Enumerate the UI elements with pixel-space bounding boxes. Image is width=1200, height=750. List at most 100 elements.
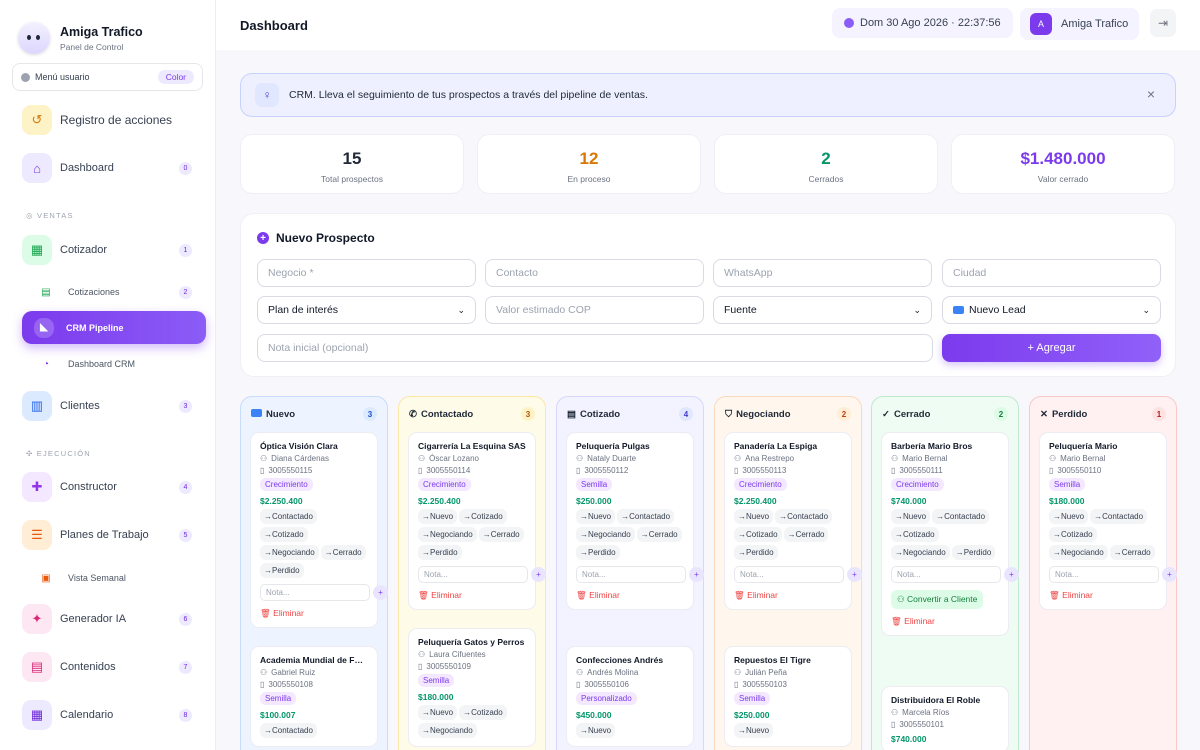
delete-button[interactable]: 🗑 Eliminar [418, 590, 526, 601]
move-button[interactable]: →Nuevo [734, 509, 774, 524]
move-button[interactable]: →Cerrado [636, 527, 682, 542]
move-button[interactable]: →Cotizado [260, 527, 308, 542]
sidebar-item-vista-semanal[interactable]: ▣ Vista Semanal [22, 562, 206, 594]
prospect-card[interactable]: Panadería La Espiga ⚇ Ana Restrepo ▯ 3005550… [724, 432, 862, 610]
move-button[interactable]: →Nuevo [1049, 509, 1089, 524]
move-button[interactable]: →Contactado [260, 723, 317, 738]
add-button[interactable]: + Agregar [942, 334, 1161, 362]
prospect-card[interactable]: Cigarrería La Esquina SAS ⚇ Óscar Lozano ▯ 3… [408, 432, 546, 610]
delete-button[interactable]: 🗑 Eliminar [260, 608, 368, 619]
move-button[interactable]: →Negociando [418, 527, 477, 542]
sidebar-item-crm-pipeline[interactable]: ◣ CRM Pipeline [22, 311, 206, 344]
delete-button[interactable]: 🗑 Eliminar [576, 590, 684, 601]
sidebar-item-cotizador[interactable]: ▦ Cotizador 1 [22, 234, 206, 266]
move-button[interactable]: →Negociando [1049, 545, 1108, 560]
move-button[interactable]: →Perdido [734, 545, 778, 560]
move-button[interactable]: →Nuevo [418, 509, 458, 524]
prospect-card[interactable]: Repuestos El Tigre ⚇ Julián Peña ▯ 300555010… [724, 646, 852, 747]
sidebar-item-dashboard[interactable]: ⌂ Dashboard 0 [22, 152, 206, 184]
move-button[interactable]: →Contactado [260, 509, 317, 524]
fuente-select[interactable]: Fuente ⌄ [713, 296, 932, 324]
prospect-card[interactable]: Distribuidora El Roble ⚇ Marcela Ríos ▯ 3005… [881, 686, 1009, 750]
note-input[interactable]: Nota... [576, 566, 686, 583]
logout-icon[interactable]: ⇥ [1150, 9, 1176, 37]
move-button[interactable]: →Perdido [951, 545, 996, 560]
move-button[interactable]: →Nuevo [576, 509, 616, 524]
add-note-button[interactable]: + [1004, 567, 1019, 582]
nota-inicial-input[interactable]: Nota inicial (opcional) [257, 334, 933, 362]
move-button[interactable]: →Cotizado [891, 527, 939, 542]
sidebar-item-contenidos[interactable]: ▤ Contenidos 7 [22, 651, 206, 683]
sidebar-item-label: Calendario [60, 709, 114, 721]
delete-button[interactable]: 🗑 Eliminar [1049, 590, 1157, 601]
plan-select[interactable]: Plan de interés ⌄ [257, 296, 476, 324]
add-note-button[interactable]: + [689, 567, 704, 582]
move-button[interactable]: →Perdido [260, 563, 304, 578]
move-button[interactable]: →Cotizado [734, 527, 782, 542]
ciudad-input[interactable]: Ciudad [942, 259, 1161, 287]
convert-client-button[interactable]: ⚇ Convertir a Cliente [891, 590, 984, 609]
sidebar-item-calendario[interactable]: ▦ Calendario 8 [22, 699, 206, 731]
move-button[interactable]: →Contactado [617, 509, 675, 524]
prospect-card[interactable]: Academia Mundial de Fút... ⚇ Gabriel Ruiz ▯… [250, 646, 378, 747]
sidebar-item-cotizaciones[interactable]: ▤ Cotizaciones 2 [22, 276, 206, 308]
close-icon[interactable]: × [1147, 86, 1155, 102]
user-menu[interactable]: A Amiga Trafico [1020, 8, 1139, 40]
move-button[interactable]: →Cerrado [1109, 545, 1155, 560]
move-button[interactable]: →Contactado [775, 509, 833, 524]
note-input[interactable]: Nota... [1049, 566, 1159, 583]
delete-button[interactable]: 🗑 Eliminar [891, 616, 999, 627]
add-note-button[interactable]: + [531, 567, 546, 582]
move-button[interactable]: →Negociando [891, 545, 950, 560]
sidebar-item-label: Cotizaciones [68, 287, 120, 297]
delete-button[interactable]: 🗑 Eliminar [734, 590, 842, 601]
contact-name: Julián Peña [745, 668, 787, 677]
sidebar-item-generador[interactable]: ✦ Generador IA 6 [22, 603, 206, 635]
move-button[interactable]: →Contactado [932, 509, 990, 524]
move-button[interactable]: →Cotizado [459, 705, 507, 720]
add-note-button[interactable]: + [1162, 567, 1177, 582]
move-button[interactable]: →Negociando [576, 527, 635, 542]
move-button[interactable]: →Cotizado [459, 509, 507, 524]
sidebar-item-registro[interactable]: ↺ Registro de acciones [22, 104, 206, 136]
note-input[interactable]: Nota... [734, 566, 844, 583]
move-button[interactable]: →Nuevo [418, 705, 458, 720]
move-button[interactable]: →Negociando [260, 545, 319, 560]
move-button[interactable]: →Nuevo [891, 509, 931, 524]
calendar-week-icon: ▣ [41, 572, 51, 584]
move-button[interactable]: →Cerrado [478, 527, 524, 542]
prospect-card[interactable]: Peluquería Gatos y Perros ⚇ Laura Cifuente… [408, 628, 536, 747]
whatsapp-input[interactable]: WhatsApp [713, 259, 932, 287]
sidebar-item-clientes[interactable]: ▥ Clientes 3 [22, 390, 206, 422]
note-input[interactable]: Nota... [260, 584, 370, 601]
move-button[interactable]: →Nuevo [576, 723, 616, 738]
move-button[interactable]: →Nuevo [734, 723, 774, 738]
sidebar-item-dashboard-crm[interactable]: ◔ Dashboard CRM [22, 348, 206, 380]
move-button[interactable]: →Perdido [576, 545, 620, 560]
color-badge[interactable]: Color [157, 70, 194, 84]
note-input[interactable]: Nota... [891, 566, 1001, 583]
move-actions: →Nuevo →Cotizado →Negociando →Cerrado →Perdi… [418, 506, 526, 560]
move-button[interactable]: →Contactado [1090, 509, 1148, 524]
prospect-card[interactable]: Peluquería Pulgas ⚇ Nataly Duarte ▯ 30055501… [566, 432, 704, 610]
add-note-button[interactable]: + [847, 567, 862, 582]
prospect-name: Panadería La Espiga [734, 441, 818, 451]
negocio-input[interactable]: Negocio * [257, 259, 476, 287]
prospect-card[interactable]: Óptica Visión Clara ⚇ Diana Cárdenas ▯ 30055… [250, 432, 388, 628]
prospect-card[interactable]: Peluquería Mario ⚇ Mario Bernal ▯ 3005550110… [1039, 432, 1177, 610]
move-button[interactable]: →Perdido [418, 545, 462, 560]
valor-input[interactable]: Valor estimado COP [485, 296, 704, 324]
sidebar-item-constructor[interactable]: ✚ Constructor 4 [22, 471, 206, 503]
move-button[interactable]: →Negociando [418, 723, 477, 738]
menu-user-toggle[interactable]: Menú usuario Color [12, 63, 203, 91]
move-button[interactable]: →Cerrado [320, 545, 366, 560]
prospect-card[interactable]: Confecciones Andrés ⚇ Andrés Molina ▯ 300555… [566, 646, 694, 747]
move-button[interactable]: →Cerrado [783, 527, 829, 542]
estado-select[interactable]: Nuevo Lead ⌄ [942, 296, 1161, 324]
sidebar-item-planes[interactable]: ☰ Planes de Trabajo 5 [22, 519, 206, 551]
add-note-button[interactable]: + [373, 585, 388, 600]
prospect-card[interactable]: Barbería Mario Bros ⚇ Mario Bernal ▯ 3005550… [881, 432, 1019, 636]
move-button[interactable]: →Cotizado [1049, 527, 1097, 542]
contacto-input[interactable]: Contacto [485, 259, 704, 287]
note-input[interactable]: Nota... [418, 566, 528, 583]
